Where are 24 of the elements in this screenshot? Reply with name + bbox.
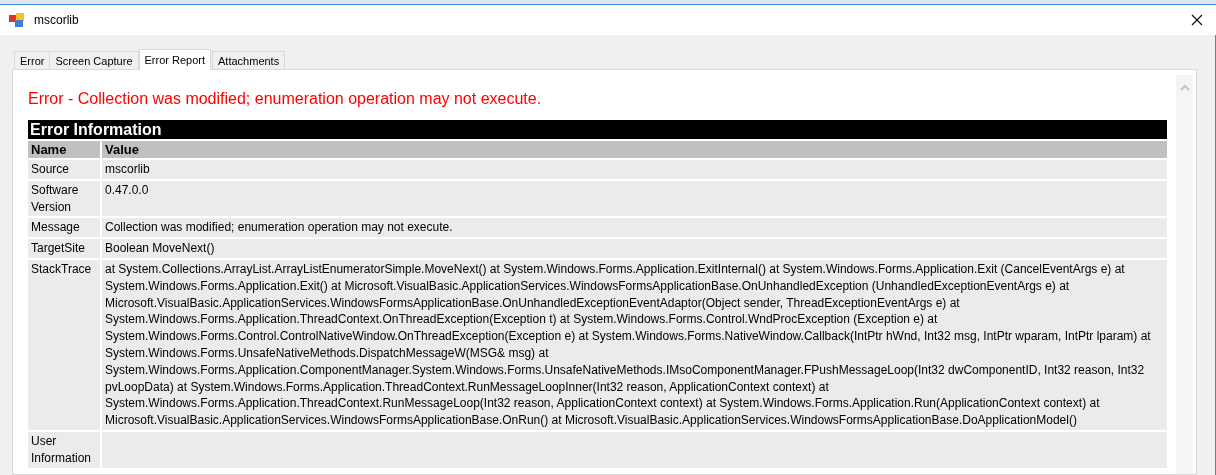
table-cell: at System.Collections.ArrayList.ArrayListEnumeratorSimple.MoveNext() at System.Windows.Forms.Application.ExitInternal() at System.Windows.Forms.Application.Exit (CancelEventArgs e) at System.Windows.Forms.Application.Exit() at Microsoft.VisualBasic.ApplicationServices.WindowsFormsApplicationBase.OnUnhandledException (UnhandledExceptionEventArgs e) at Microsoft.VisualBasic.ApplicationServices.WindowsFormsApplicationBase.OnUnhandledExceptionEventAdaptor(Object sender, ThreadExceptionEventArgs e) at System.Windows.Forms.Application.ThreadContext.OnThreadException(Exception t) at System.Windows.Forms.Control.WndProcException (Exception e) at System.Windows.Forms.Control.ControlNativeWindow.OnThreadException(Exception e) at System.Windows.Forms.NativeWindow.Callback(IntPtr hWnd, Int32 msg, IntPtr wparam, IntPtr lparam) at System.Windows.Forms.UnsafeNativeMethods.DispatchMessageW(MSG& msg) at System.Windows.Forms.Application.ComponentManager.System.Windows.Forms.UnsafeNativeMethods.IMsoComponentManager.FPushMessageLoop(Int32 dwComponentID, Int32 reason, Int32 pvLoopData) at System.Windows.Forms.Application.ThreadContext.RunMessageLoopInner(Int32 reason, ApplicationContext context) at System.Windows.Forms.Application.ThreadContext.RunMessageLoop(Int32 reason, ApplicationContext context) at System.Windows.Forms.Application.Run(ApplicationContext context) at Microsoft.VisualBasic.ApplicationServices.WindowsFormsApplicationBase.OnRun() at Microsoft.VisualBasic.ApplicationServices.WindowsFormsApplicationBase.DoApplicationModel() [102,260,1167,430]
table-cell: Boolean MoveNext() [102,239,1167,258]
error-heading: Error - Collection was modified; enumeration operation may not execute. [28,90,543,108]
window-title: mscorlib [34,13,80,27]
close-icon[interactable] [1191,14,1203,26]
column-header: Value [102,141,1167,158]
table-cell: User Information [28,431,102,468]
scroll-up-icon[interactable] [1179,85,1190,91]
table-cell: mscorlib [102,160,1167,179]
table-cell: 0.47.0.0 [102,180,1167,217]
table-cell: StackTrace [28,260,102,430]
tab[interactable]: Error [14,51,51,69]
scrollbar[interactable] [1176,75,1193,474]
app-icon [9,13,25,27]
table-cell: Collection was modified; enumeration operation may not execute. [102,218,1167,238]
table-cell: Message [28,218,102,238]
table-cell: Source [28,160,102,179]
table-cell: Software Version [28,180,102,217]
table-cell: TargetSite [28,239,102,258]
column-header: Name [28,141,102,158]
tab[interactable]: Screen Capture [49,51,139,69]
tab[interactable]: Error Report [138,49,212,70]
table-title: Error Information [28,120,1167,139]
tab[interactable]: Attachments [212,51,286,69]
